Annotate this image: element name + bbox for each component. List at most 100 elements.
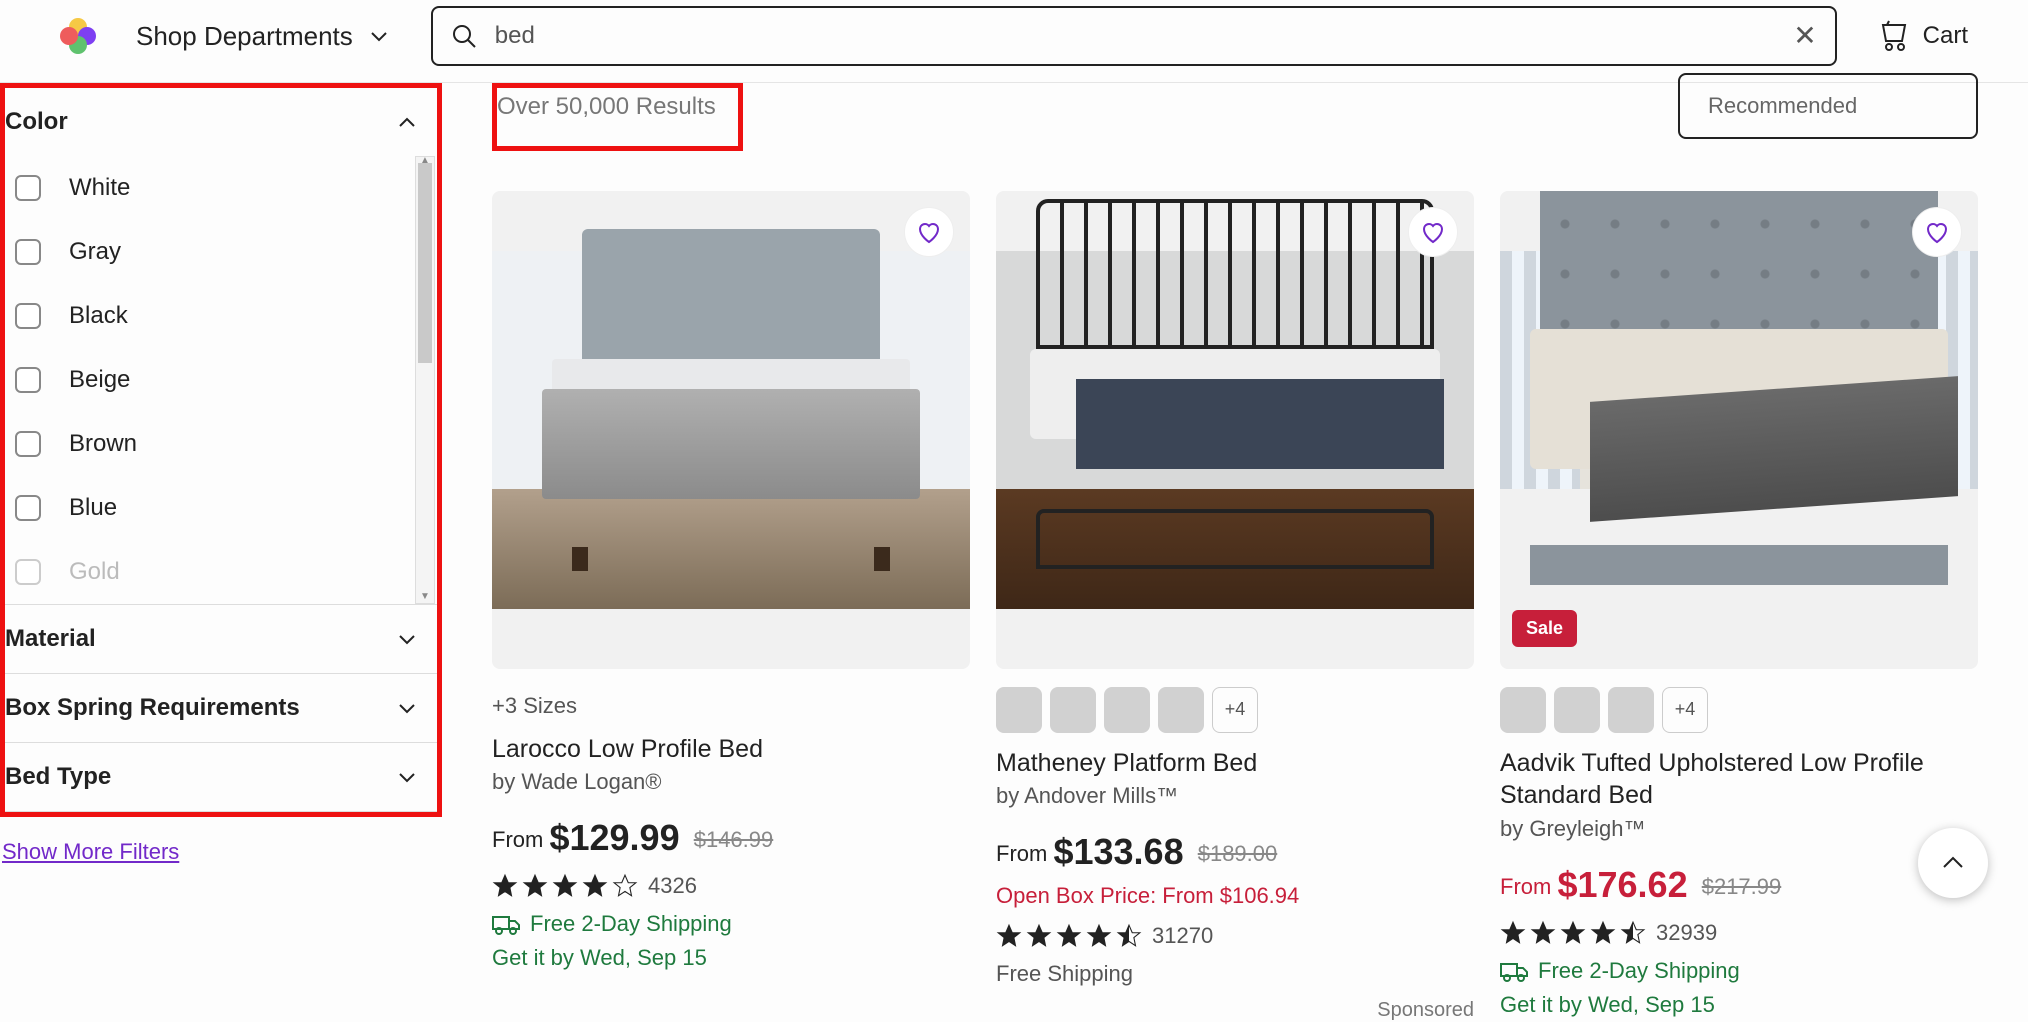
review-count: 31270 xyxy=(1152,923,1213,949)
show-more-filters-link[interactable]: Show More Filters xyxy=(2,839,442,865)
star-full-icon xyxy=(1026,923,1052,949)
cart-button[interactable]: Cart xyxy=(1877,19,1968,53)
filter-scrollbar[interactable]: ▲ ▼ xyxy=(415,156,435,604)
filter-color-option[interactable]: Gray xyxy=(5,220,413,284)
chevron-down-icon xyxy=(395,765,419,789)
shipping-text: Free Shipping xyxy=(996,961,1133,987)
product-price: From $176.62 $217.99 xyxy=(1500,864,1978,906)
scroll-thumb[interactable] xyxy=(418,163,432,363)
star-full-icon xyxy=(1086,923,1112,949)
product-card[interactable]: Sale +4 Aadvik Tufted Upholstered Low Pr… xyxy=(1500,191,1978,1022)
truck-icon xyxy=(1500,960,1528,982)
filter-color-option[interactable]: Beige xyxy=(5,348,413,412)
swatch[interactable] xyxy=(1050,687,1096,733)
filter-color-option[interactable]: Blue xyxy=(5,476,413,540)
swatch[interactable] xyxy=(1554,687,1600,733)
filter-option-label: Brown xyxy=(69,430,137,458)
checkbox[interactable] xyxy=(15,239,41,265)
search-icon xyxy=(451,23,477,49)
checkbox[interactable] xyxy=(15,559,41,585)
heart-icon xyxy=(1419,218,1447,246)
swatch[interactable] xyxy=(1608,687,1654,733)
price-amount: $176.62 xyxy=(1557,864,1687,905)
product-byline: by Wade Logan® xyxy=(492,769,970,795)
swatch[interactable] xyxy=(996,687,1042,733)
filter-option-label: White xyxy=(69,174,130,202)
price-from-label: From xyxy=(996,841,1047,866)
filter-color-option[interactable]: Black xyxy=(5,284,413,348)
results-content: Over 50,000 Results Recommended +3 S xyxy=(442,83,2028,1022)
clear-search-icon[interactable]: ✕ xyxy=(1793,22,1816,50)
color-swatches: +4 xyxy=(1500,687,1978,733)
shop-departments-label: Shop Departments xyxy=(136,21,353,52)
star-half-icon xyxy=(1116,923,1142,949)
product-title[interactable]: Aadvik Tufted Upholstered Low Profile St… xyxy=(1500,747,1978,812)
favorite-button[interactable] xyxy=(1912,207,1962,257)
chevron-up-icon xyxy=(395,110,419,134)
checkbox[interactable] xyxy=(15,495,41,521)
product-title[interactable]: Matheney Platform Bed xyxy=(996,747,1474,780)
swatch[interactable] xyxy=(1158,687,1204,733)
filter-header-bedtype[interactable]: Bed Type xyxy=(5,743,437,811)
swatch-more[interactable]: +4 xyxy=(1212,687,1258,733)
star-full-icon xyxy=(1500,920,1526,946)
filter-boxspring-label: Box Spring Requirements xyxy=(5,694,300,722)
product-byline: by Greyleigh™ xyxy=(1500,816,1978,842)
heart-icon xyxy=(915,218,943,246)
star-full-icon xyxy=(492,873,518,899)
filter-header-material[interactable]: Material xyxy=(5,605,437,673)
swatch[interactable] xyxy=(1104,687,1150,733)
product-image[interactable] xyxy=(492,191,970,669)
filter-color-option[interactable]: Brown xyxy=(5,412,413,476)
search-bar[interactable]: ✕ xyxy=(431,6,1837,66)
favorite-button[interactable] xyxy=(904,207,954,257)
search-input[interactable] xyxy=(495,22,1775,50)
filter-header-color[interactable]: Color xyxy=(5,88,437,156)
product-card[interactable]: +4 Matheney Platform Bed by Andover Mill… xyxy=(996,191,1474,1022)
swatch-more[interactable]: +4 xyxy=(1662,687,1708,733)
filter-color-label: Color xyxy=(5,108,68,136)
checkbox[interactable] xyxy=(15,431,41,457)
brand-logo[interactable] xyxy=(60,18,96,54)
star-half-icon xyxy=(1620,920,1646,946)
product-image[interactable]: Sale xyxy=(1500,191,1978,669)
shipping-line: Free 2-Day Shipping xyxy=(492,911,970,937)
checkbox[interactable] xyxy=(15,175,41,201)
sort-dropdown[interactable]: Recommended xyxy=(1678,73,1978,139)
sale-badge: Sale xyxy=(1512,610,1577,647)
filter-section-boxspring: Box Spring Requirements xyxy=(5,674,437,743)
filter-color-list[interactable]: White Gray Black Beige Brown Blue Gold xyxy=(5,156,437,604)
filter-option-label: Beige xyxy=(69,366,130,394)
swatch[interactable] xyxy=(1500,687,1546,733)
filter-option-label: Black xyxy=(69,302,128,330)
product-rating[interactable]: 4326 xyxy=(492,873,970,899)
back-to-top-button[interactable] xyxy=(1918,828,1988,898)
price-from-label: From xyxy=(492,827,543,852)
filter-color-option[interactable]: Gold xyxy=(5,540,413,604)
shop-departments-menu[interactable]: Shop Departments xyxy=(136,21,391,52)
product-card[interactable]: +3 Sizes Larocco Low Profile Bed by Wade… xyxy=(492,191,970,1022)
price-old: $217.99 xyxy=(1702,874,1782,899)
get-by-date: Get it by Wed, Sep 15 xyxy=(492,945,970,971)
filter-sidebar: Color White Gray Black Beige Brown Blue … xyxy=(0,83,442,1022)
checkbox[interactable] xyxy=(15,367,41,393)
shipping-text: Free 2-Day Shipping xyxy=(530,911,732,937)
product-grid: +3 Sizes Larocco Low Profile Bed by Wade… xyxy=(492,191,1978,1022)
product-rating[interactable]: 31270 xyxy=(996,923,1474,949)
favorite-button[interactable] xyxy=(1408,207,1458,257)
scroll-down-icon[interactable]: ▼ xyxy=(416,591,434,605)
filter-header-boxspring[interactable]: Box Spring Requirements xyxy=(5,674,437,742)
filter-section-color: Color White Gray Black Beige Brown Blue … xyxy=(5,88,437,605)
chevron-up-icon xyxy=(1939,849,1967,877)
product-sizes[interactable]: +3 Sizes xyxy=(492,693,970,719)
product-byline: by Andover Mills™ xyxy=(996,783,1474,809)
chevron-down-icon xyxy=(367,24,391,48)
star-full-icon xyxy=(522,873,548,899)
product-rating[interactable]: 32939 xyxy=(1500,920,1978,946)
filter-option-label: Blue xyxy=(69,494,117,522)
product-title[interactable]: Larocco Low Profile Bed xyxy=(492,733,970,766)
filter-color-option[interactable]: White xyxy=(5,156,413,220)
checkbox[interactable] xyxy=(15,303,41,329)
product-image[interactable] xyxy=(996,191,1474,669)
color-swatches: +4 xyxy=(996,687,1474,733)
